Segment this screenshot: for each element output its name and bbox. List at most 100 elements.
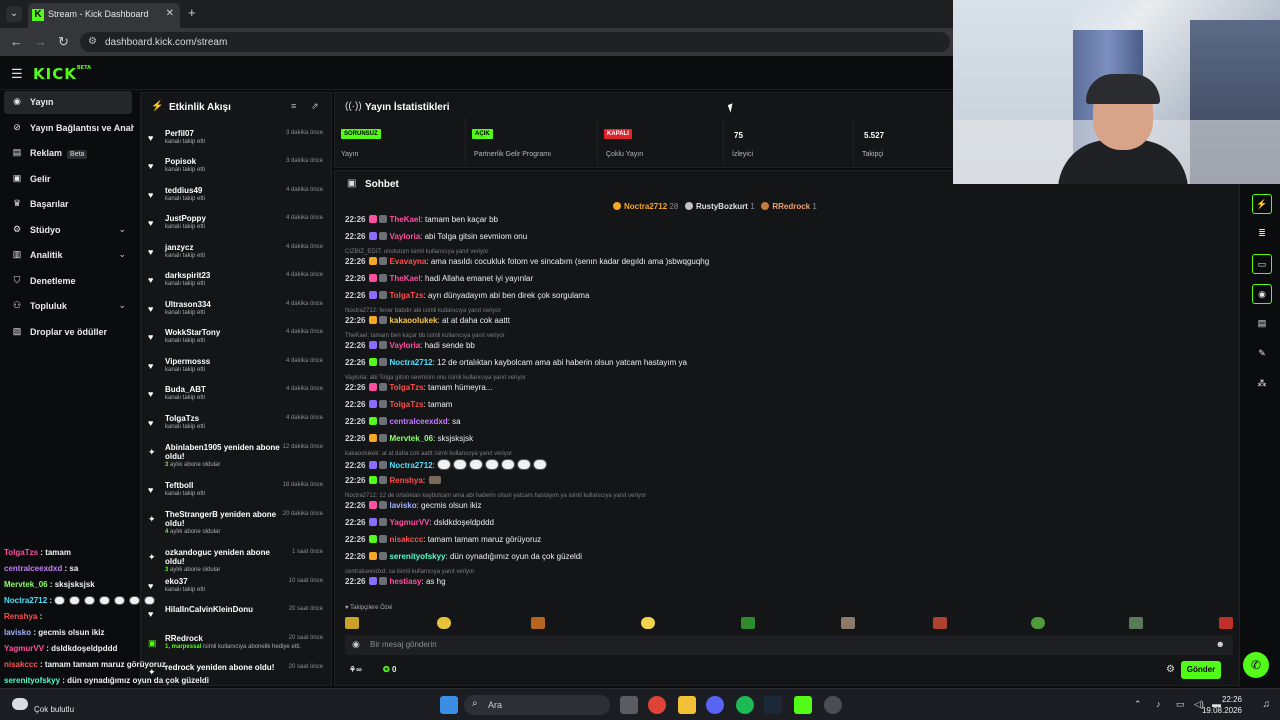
chat-message[interactable]: 22:26 kakaoolukek: at at daha cok aattt	[345, 316, 1225, 325]
activity-item[interactable]: ♥ JustPoppy kanalı takip etti 4 dakika önce	[141, 214, 331, 242]
wrench-icon[interactable]: ✎	[1252, 344, 1272, 364]
sidebar-item-stream-key[interactable]: ⊘ Yayın Bağlantısı ve Anahtarı	[4, 117, 134, 140]
sidebar-item-droplar[interactable]: ▨ Droplar ve ödüller	[4, 321, 132, 344]
top-chatter[interactable]: Noctra2712 28	[613, 202, 678, 211]
popout-icon[interactable]: ⇗	[311, 101, 319, 112]
chat-message[interactable]: 22:26 Renshya:	[345, 476, 1225, 485]
storage-icon[interactable]: ▤	[1252, 314, 1272, 334]
emote-smile[interactable]	[641, 617, 655, 629]
chat-username[interactable]: YagmurVV	[389, 518, 429, 527]
rewards-counter[interactable]: ✪ 0	[383, 665, 396, 674]
emote-hat[interactable]	[1129, 617, 1143, 629]
chat-message[interactable]: 22:26 Vayloria: abi Tolga gitsin sevmiom …	[345, 232, 1225, 241]
chat-message[interactable]: 22:26 YagmurVV: dsldkdoşeldpddd	[345, 518, 1225, 527]
activity-item[interactable]: ✦ Abinlaben1905 yeniden abone oldu! 3 aylı…	[141, 443, 331, 471]
chat-message[interactable]: 22:26 nisakccc: tamam tamam maruz görüyor…	[345, 535, 1225, 544]
chat-message[interactable]: 22:26 Noctra2712: 12 de ortalıktan kaybol…	[345, 358, 1225, 367]
emoji-icon[interactable]: ☻	[1216, 639, 1225, 649]
sidebar-item-topluluk[interactable]: ⚇ Topluluk ⌄	[4, 295, 132, 318]
activity-item[interactable]: ♥ TolgaTzs kanalı takip etti 4 dakika önce	[141, 414, 331, 442]
chat-message[interactable]: 22:26 Mervtek_06: sksjsksjsk	[345, 434, 1225, 443]
activity-item[interactable]: ♥ Buda_ABT kanalı takip etti 4 dakika önce	[141, 385, 331, 413]
chat-username[interactable]: TolgaTzs	[389, 400, 423, 409]
gear-icon[interactable]: ⚙	[1166, 664, 1175, 675]
chat-message[interactable]: 22:26 serenityofskyy: dün oynadığımız oyu…	[345, 552, 1225, 561]
close-tab-icon[interactable]: ✕	[166, 8, 174, 19]
forward-button[interactable]: →	[34, 34, 47, 49]
new-tab-button[interactable]: +	[188, 5, 196, 20]
chat-username[interactable]: TheKael	[389, 274, 420, 283]
activity-item[interactable]: ♥ WokkStarTony kanalı takip etti 4 dakika ö…	[141, 328, 331, 356]
system-clock[interactable]: 22:26 19.08.2026	[1202, 694, 1242, 716]
chevron-up-icon[interactable]: ⌃	[1134, 699, 1142, 710]
share-icon[interactable]: ⁂	[1252, 374, 1272, 394]
chat-message[interactable]: 22:26 Evavayna: ama nasıldı cocukluk foto…	[345, 257, 1225, 266]
windows-start-icon[interactable]	[440, 696, 458, 714]
microphone-icon[interactable]: ♪	[1156, 699, 1161, 709]
chat-fab-button[interactable]: ✆	[1243, 652, 1269, 678]
activity-item[interactable]: ♥ Vipermosss kanalı takip etti 4 dakika önc…	[141, 357, 331, 385]
chat-username[interactable]: Vayloria	[389, 232, 420, 241]
notification-bell-icon[interactable]: ♫	[1263, 699, 1271, 710]
chat-message[interactable]: 22:26 TolgaTzs: ayrı dünyadayım abi ben d…	[345, 291, 1225, 300]
chat-username[interactable]: TheKael	[389, 215, 420, 224]
chat-message-list[interactable]: 22:26 TheKael: tamam ben kaçar bb 22:26 Vay…	[335, 213, 1235, 603]
activity-item[interactable]: ♥ Popisok kanalı takip etti 3 dakika önce	[141, 157, 331, 185]
tab-search-button[interactable]: ⌄	[6, 6, 22, 22]
address-bar[interactable]: ⚙ dashboard.kick.com/stream	[80, 32, 950, 52]
chat-message[interactable]: 22:26 hestiasy: as hg	[345, 577, 1225, 586]
file-explorer-icon[interactable]	[678, 696, 696, 714]
weather-text[interactable]: Çok bulutlu	[34, 705, 74, 714]
send-button[interactable]: Gönder	[1181, 661, 1221, 679]
taskbar-search[interactable]: ⌕ Ara	[464, 695, 610, 715]
chat-username[interactable]: serenityofskyy	[389, 552, 445, 561]
chat-message[interactable]: 22:26 TheKael: tamam ben kaçar bb	[345, 215, 1225, 224]
activity-item[interactable]: ♥ Perfil07 kanalı takip etti 3 dakika önce	[141, 129, 331, 157]
task-view-icon[interactable]	[620, 696, 638, 714]
chat-message[interactable]: 22:26 Vayloria: hadi sende bb	[345, 341, 1225, 350]
chat-message[interactable]: 22:26 TolgaTzs: tamam hümeyra...	[345, 383, 1225, 392]
steam-icon[interactable]	[764, 696, 782, 714]
sidebar-item-studyo[interactable]: ⚙ Stüdyo ⌄	[4, 219, 132, 242]
network-icon[interactable]: ▭	[1176, 699, 1185, 710]
emote-w[interactable]	[345, 617, 359, 629]
emote-cat[interactable]	[841, 617, 855, 629]
emote-angry[interactable]	[1219, 617, 1233, 629]
sidebar-item-gelir[interactable]: ▣ Gelir	[4, 168, 132, 191]
emote-box[interactable]	[531, 617, 545, 629]
chat-message[interactable]: 22:26 TolgaTzs: tamam	[345, 400, 1225, 409]
sidebar-item-reklam[interactable]: ▤ Reklam Beta	[4, 142, 132, 165]
points-icon[interactable]: ⚘∞	[349, 665, 362, 674]
filter-icon[interactable]: ≡	[291, 101, 296, 111]
sidebar-item-basarilar[interactable]: ♛ Başarılar	[4, 193, 132, 216]
chat-username[interactable]: TolgaTzs	[389, 383, 423, 392]
chat-message[interactable]: 22:26 lavisko: gecmis olsun ikiz	[345, 501, 1225, 510]
menu-icon[interactable]: ☰	[11, 66, 23, 82]
browser-tab[interactable]: K Stream - Kick Dashboard ✕	[28, 3, 180, 28]
chat-message[interactable]: 22:26 Noctra2712:	[345, 459, 1225, 470]
sidebar-item-denetleme[interactable]: ⛉ Denetleme	[4, 270, 132, 293]
broadcast-icon[interactable]: ◉	[1252, 284, 1272, 304]
chat-username[interactable]: nisakccc	[389, 535, 423, 544]
activity-item[interactable]: ♥ teddius49 kanalı takip etti 4 dakika önce	[141, 186, 331, 214]
chat-username[interactable]: Noctra2712	[389, 358, 432, 367]
top-chatter[interactable]: RRedrock 1	[761, 202, 817, 211]
activity-item[interactable]: ♥ darkspirit23 kanalı takip etti 4 dakika ö…	[141, 271, 331, 299]
back-button[interactable]: ←	[10, 34, 23, 49]
chat-username[interactable]: Noctra2712	[389, 461, 432, 470]
emote-frog[interactable]	[741, 617, 755, 629]
list-icon[interactable]: ≣	[1252, 224, 1272, 244]
chat-username[interactable]: TolgaTzs	[389, 291, 423, 300]
sidebar-item-yayin[interactable]: ◉ Yayın	[4, 91, 132, 114]
emote-face[interactable]	[437, 617, 451, 629]
activity-item[interactable]: ♥ janzycz kanalı takip etti 4 dakika önce	[141, 243, 331, 271]
discord-icon[interactable]	[706, 696, 724, 714]
chat-username[interactable]: Mervtek_06	[389, 434, 433, 443]
emote-pepe[interactable]	[1031, 617, 1045, 629]
activity-item[interactable]: ♥ Ultrason334 kanalı takip etti 4 dakika ön…	[141, 300, 331, 328]
chat-username[interactable]: Renshya	[389, 476, 422, 485]
chat-username[interactable]: centralceexdxd	[389, 417, 447, 426]
chat-username[interactable]: kakaoolukek	[389, 316, 437, 325]
lightning-icon[interactable]: ⚡	[1252, 194, 1272, 214]
chat-input[interactable]: ◉ Bir mesaj gönderin ☻	[345, 635, 1233, 655]
